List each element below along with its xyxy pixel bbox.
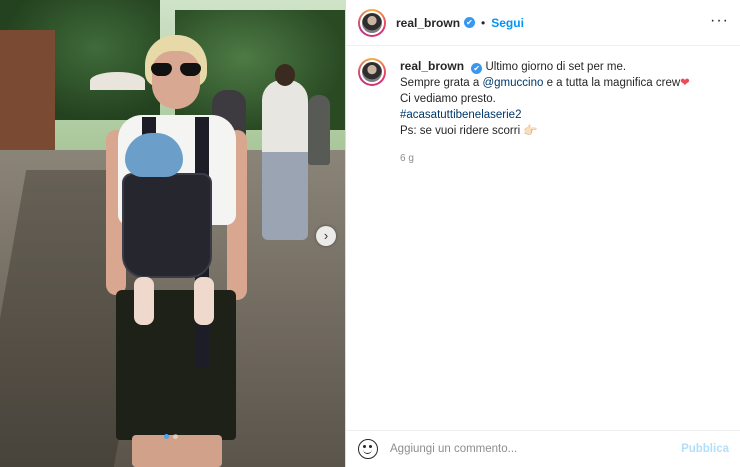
- hashtag-link[interactable]: #acasatuttibenelaserie2: [400, 107, 690, 123]
- header-username[interactable]: real_brown: [396, 16, 460, 30]
- heart-emoji: ❤: [680, 77, 690, 89]
- carousel-dot-active: [164, 434, 169, 439]
- post-header: real_brown ✔ • Segui ···: [346, 0, 740, 46]
- avatar[interactable]: [358, 8, 386, 37]
- photo-scene: [0, 0, 345, 467]
- header-separator: •: [481, 15, 486, 30]
- follow-button[interactable]: Segui: [491, 16, 524, 30]
- comment-input[interactable]: [390, 443, 682, 455]
- publish-button[interactable]: Pubblica: [681, 443, 729, 455]
- caption-username[interactable]: real_brown: [400, 59, 464, 73]
- carousel-indicator: [164, 434, 178, 439]
- caption-line-5: Ps: se vuoi ridere scorri: [400, 125, 521, 137]
- mention-link[interactable]: @gmuccino: [482, 77, 543, 89]
- pointing-emoji: 👉🏻: [523, 125, 538, 137]
- comment-bar: Pubblica: [346, 430, 740, 467]
- emoji-icon[interactable]: [358, 439, 378, 459]
- post-photo[interactable]: ›: [0, 0, 345, 467]
- post-sidebar: real_brown ✔ • Segui ··· real_brown ✔ Ul…: [345, 0, 740, 467]
- carousel-dot: [173, 434, 178, 439]
- caption-line-1: Ultimo giorno di set per me.: [485, 61, 627, 73]
- caption-avatar[interactable]: [358, 58, 386, 86]
- verified-badge-icon: ✔: [471, 63, 483, 74]
- more-options-icon[interactable]: ···: [710, 12, 729, 30]
- post-timestamp[interactable]: 6 g: [400, 151, 690, 167]
- verified-badge-icon: ✔: [464, 17, 476, 28]
- woman-with-baby: [100, 35, 250, 467]
- caption-text: real_brown ✔ Ultimo giorno di set per me…: [400, 58, 690, 167]
- caption-line-2-pre: Sempre grata a: [400, 77, 483, 89]
- caption-line-3: Ci vediamo presto.: [400, 93, 496, 105]
- chevron-right-icon[interactable]: ›: [316, 226, 336, 246]
- post-caption: real_brown ✔ Ultimo giorno di set per me…: [358, 58, 728, 167]
- caption-line-2-post: e a tutta la magnifica crew: [543, 77, 681, 89]
